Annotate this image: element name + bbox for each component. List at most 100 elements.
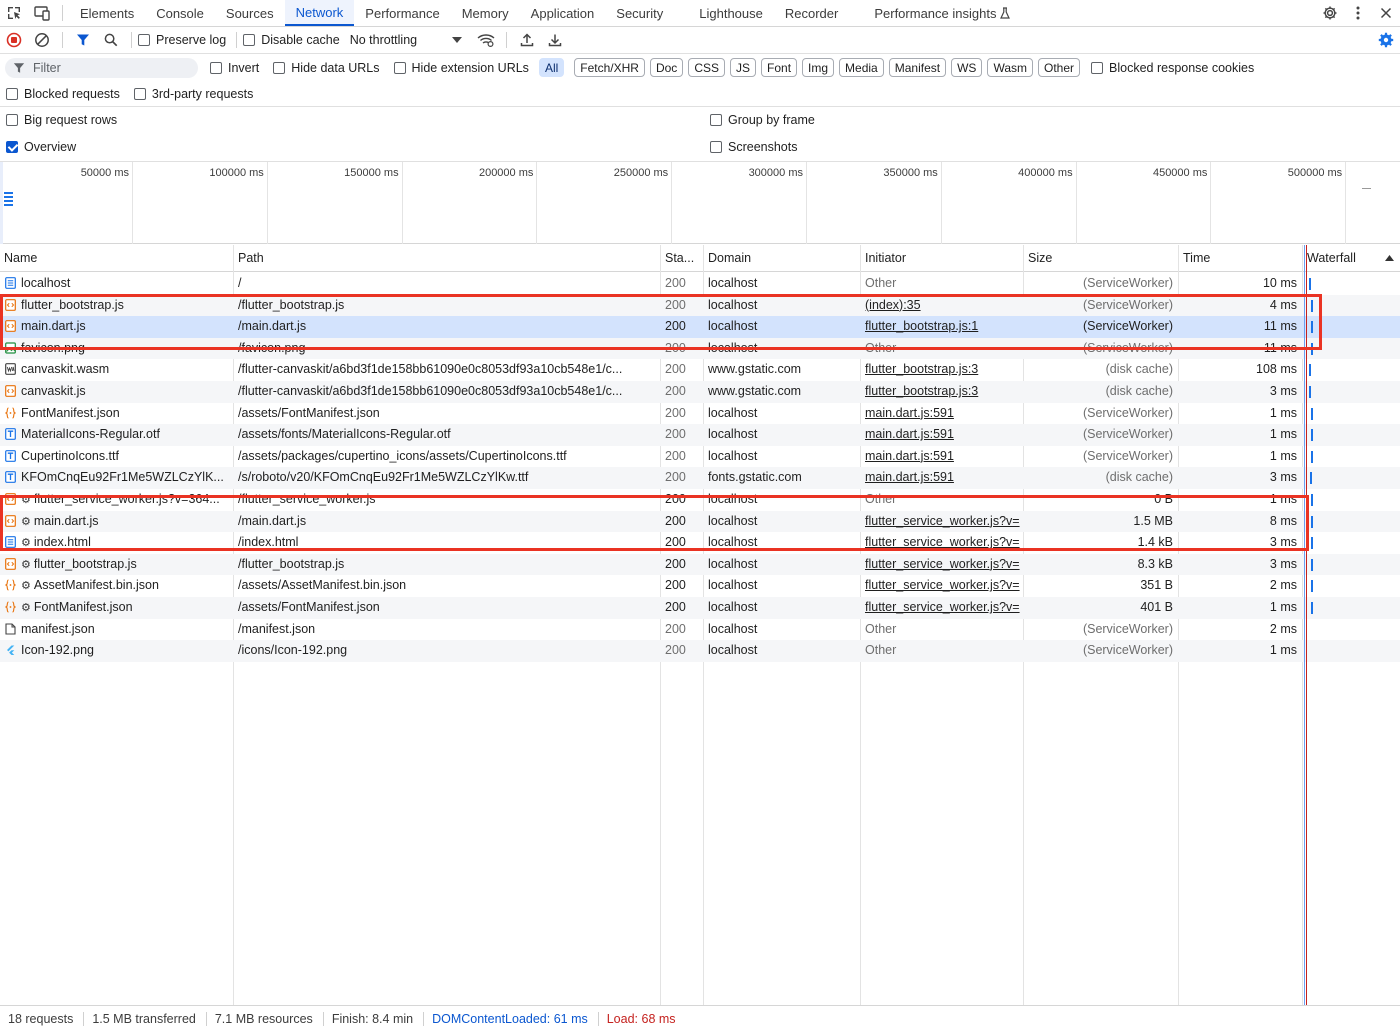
waterfall-bar[interactable] — [1311, 558, 1313, 571]
cell-initiator[interactable]: main.dart.js:591 — [861, 403, 1023, 425]
cell-initiator[interactable]: flutter_service_worker.js?v= — [861, 597, 1023, 619]
column-header-size[interactable]: Size — [1024, 245, 1178, 272]
tab-security[interactable]: Security — [605, 0, 674, 26]
cell-name[interactable]: flutter_bootstrap.js — [0, 295, 233, 317]
column-header-initiator[interactable]: Initiator — [861, 245, 1023, 272]
filter-funnel-icon[interactable] — [69, 27, 97, 53]
table-row[interactable]: ⚙ flutter_bootstrap.js/flutter_bootstrap.… — [0, 553, 1400, 576]
checkbox-box[interactable] — [273, 61, 286, 74]
tab-elements[interactable]: Elements — [69, 0, 145, 26]
overview-selection-handle[interactable] — [0, 162, 3, 244]
table-row[interactable]: main.dart.js/main.dart.js 200 localhost flu… — [0, 316, 1400, 338]
table-row[interactable]: ⚙ AssetManifest.bin.json/assets/AssetMani… — [0, 575, 1400, 597]
cell-initiator[interactable]: (index):35 — [861, 295, 1023, 317]
cell-initiator[interactable]: flutter_service_worker.js?v= — [861, 554, 1023, 576]
table-row[interactable]: localhost / 200 localhost Other (ServiceWorke… — [0, 273, 1400, 295]
settings-gear-icon[interactable] — [1316, 0, 1344, 26]
network-conditions-icon[interactable] — [472, 27, 500, 53]
cell-name[interactable]: ⚙ flutter_service_worker.js?v=364... — [0, 489, 233, 511]
throttling-select[interactable]: No throttling — [350, 33, 462, 47]
group-by-frame-checkbox[interactable]: Group by frame — [710, 113, 815, 127]
table-row[interactable]: manifest.json/manifest.json 200 localhost O… — [0, 619, 1400, 641]
waterfall-bar[interactable] — [1309, 364, 1311, 377]
waterfall-bar[interactable] — [1311, 407, 1313, 420]
filter-type-all[interactable]: All — [538, 58, 565, 77]
table-row[interactable]: KFOmCnqEu92Fr1Me5WZLCzYlK... /s/roboto/v2… — [0, 467, 1400, 489]
column-header-status[interactable]: Sta... — [661, 245, 703, 272]
clear-icon[interactable] — [28, 27, 56, 53]
preserve-log-checkbox[interactable]: Preserve log — [138, 33, 226, 47]
cell-initiator[interactable]: main.dart.js:591 — [861, 424, 1023, 446]
cell-name[interactable]: canvaskit.js — [0, 381, 233, 403]
tab-application[interactable]: Application — [520, 0, 606, 26]
column-header-path[interactable]: Path — [234, 245, 660, 272]
waterfall-bar[interactable] — [1311, 321, 1313, 334]
export-har-icon[interactable] — [541, 27, 569, 53]
search-icon[interactable] — [97, 27, 125, 53]
filter-type-doc[interactable]: Doc — [649, 58, 684, 77]
filter-type-manifest[interactable]: Manifest — [888, 58, 947, 77]
cell-name[interactable]: favicon.png — [0, 338, 233, 360]
cell-initiator[interactable]: flutter_bootstrap.js:1 — [861, 316, 1023, 338]
import-har-icon[interactable] — [513, 27, 541, 53]
blocked-requests-checkbox[interactable]: Blocked requests — [6, 87, 120, 101]
cell-name[interactable]: MaterialIcons-Regular.otf — [0, 424, 233, 446]
cell-name[interactable]: canvaskit.wasm — [0, 359, 233, 381]
cell-initiator[interactable]: flutter_service_worker.js?v= — [861, 511, 1023, 533]
waterfall-bar[interactable] — [1311, 429, 1313, 442]
waterfall-bar[interactable] — [1311, 299, 1313, 312]
waterfall-bar[interactable] — [1311, 580, 1313, 593]
overview-checkbox[interactable]: Overview — [6, 140, 76, 154]
close-devtools-icon[interactable] — [1372, 0, 1400, 26]
filter-type-media[interactable]: Media — [839, 58, 884, 77]
cell-initiator[interactable]: main.dart.js:591 — [861, 446, 1023, 468]
waterfall-bar[interactable] — [1311, 494, 1313, 506]
checkbox-box[interactable] — [210, 61, 222, 74]
checkbox-box[interactable] — [133, 88, 146, 100]
inspect-element-icon[interactable] — [0, 0, 28, 26]
filter-type-other[interactable]: Other — [1038, 58, 1081, 77]
column-header-waterfall[interactable]: Waterfall — [1303, 245, 1383, 272]
waterfall-bar[interactable] — [1311, 602, 1313, 614]
table-row[interactable]: canvaskit.wasm/flutter-canvaskit/a6bd3f1… — [0, 359, 1400, 381]
filter-type-css[interactable]: CSS — [688, 58, 725, 77]
filter-input[interactable]: Filter — [5, 57, 198, 78]
third-party-requests-checkbox[interactable]: 3rd-party requests — [133, 87, 253, 101]
filter-type-ws[interactable]: WS — [951, 58, 983, 77]
checkbox-box[interactable] — [243, 34, 256, 46]
checkbox-box[interactable] — [710, 114, 722, 126]
table-row[interactable]: canvaskit.js/flutter-canvaskit/a6bd3f1de… — [0, 381, 1400, 403]
cell-name[interactable]: localhost — [0, 273, 233, 295]
checkbox-box[interactable] — [393, 61, 406, 74]
waterfall-bar[interactable] — [1311, 342, 1313, 355]
cell-initiator[interactable]: flutter_service_worker.js?v= — [861, 575, 1023, 597]
checkbox-box[interactable] — [6, 88, 18, 100]
cell-name[interactable]: ⚙ flutter_bootstrap.js — [0, 554, 233, 576]
waterfall-bar[interactable] — [1309, 386, 1311, 398]
checkbox-box[interactable] — [6, 114, 18, 126]
column-header-name[interactable]: Name — [0, 245, 233, 272]
filter-type-font[interactable]: Font — [761, 58, 798, 77]
tab-console[interactable]: Console — [145, 0, 215, 26]
tab-memory[interactable]: Memory — [451, 0, 520, 26]
cell-name[interactable]: Icon-192.png — [0, 640, 233, 662]
waterfall-bar[interactable] — [1311, 450, 1313, 463]
hide-extension-urls-checkbox[interactable]: Hide extension URLs — [393, 61, 529, 75]
table-row[interactable]: flutter_bootstrap.js/flutter_bootstrap.j… — [0, 294, 1400, 317]
cell-name[interactable]: manifest.json — [0, 619, 233, 641]
column-header-time[interactable]: Time — [1179, 245, 1303, 272]
filter-type-img[interactable]: Img — [802, 58, 835, 77]
table-row[interactable]: favicon.png/favicon.png 200 localhost Other… — [0, 337, 1400, 360]
filter-type-wasm[interactable]: Wasm — [987, 58, 1033, 77]
checkbox-box[interactable] — [1091, 61, 1104, 74]
record-stop-icon[interactable] — [0, 27, 28, 53]
table-row[interactable]: ⚙ main.dart.js/main.dart.js 200 localhost fl… — [0, 510, 1400, 533]
table-row[interactable]: MaterialIcons-Regular.otf/assets/fonts/M… — [0, 424, 1400, 446]
cell-initiator[interactable]: main.dart.js:591 — [861, 467, 1023, 489]
big-request-rows-checkbox[interactable]: Big request rows — [6, 113, 117, 127]
hide-data-urls-checkbox[interactable]: Hide data URLs — [273, 61, 380, 75]
checkbox-box-checked[interactable] — [6, 141, 18, 153]
device-toolbar-icon[interactable] — [28, 0, 56, 26]
tab-recorder[interactable]: Recorder — [774, 0, 849, 26]
table-row[interactable]: CupertinoIcons.ttf/assets/packages/cuper… — [0, 446, 1400, 468]
